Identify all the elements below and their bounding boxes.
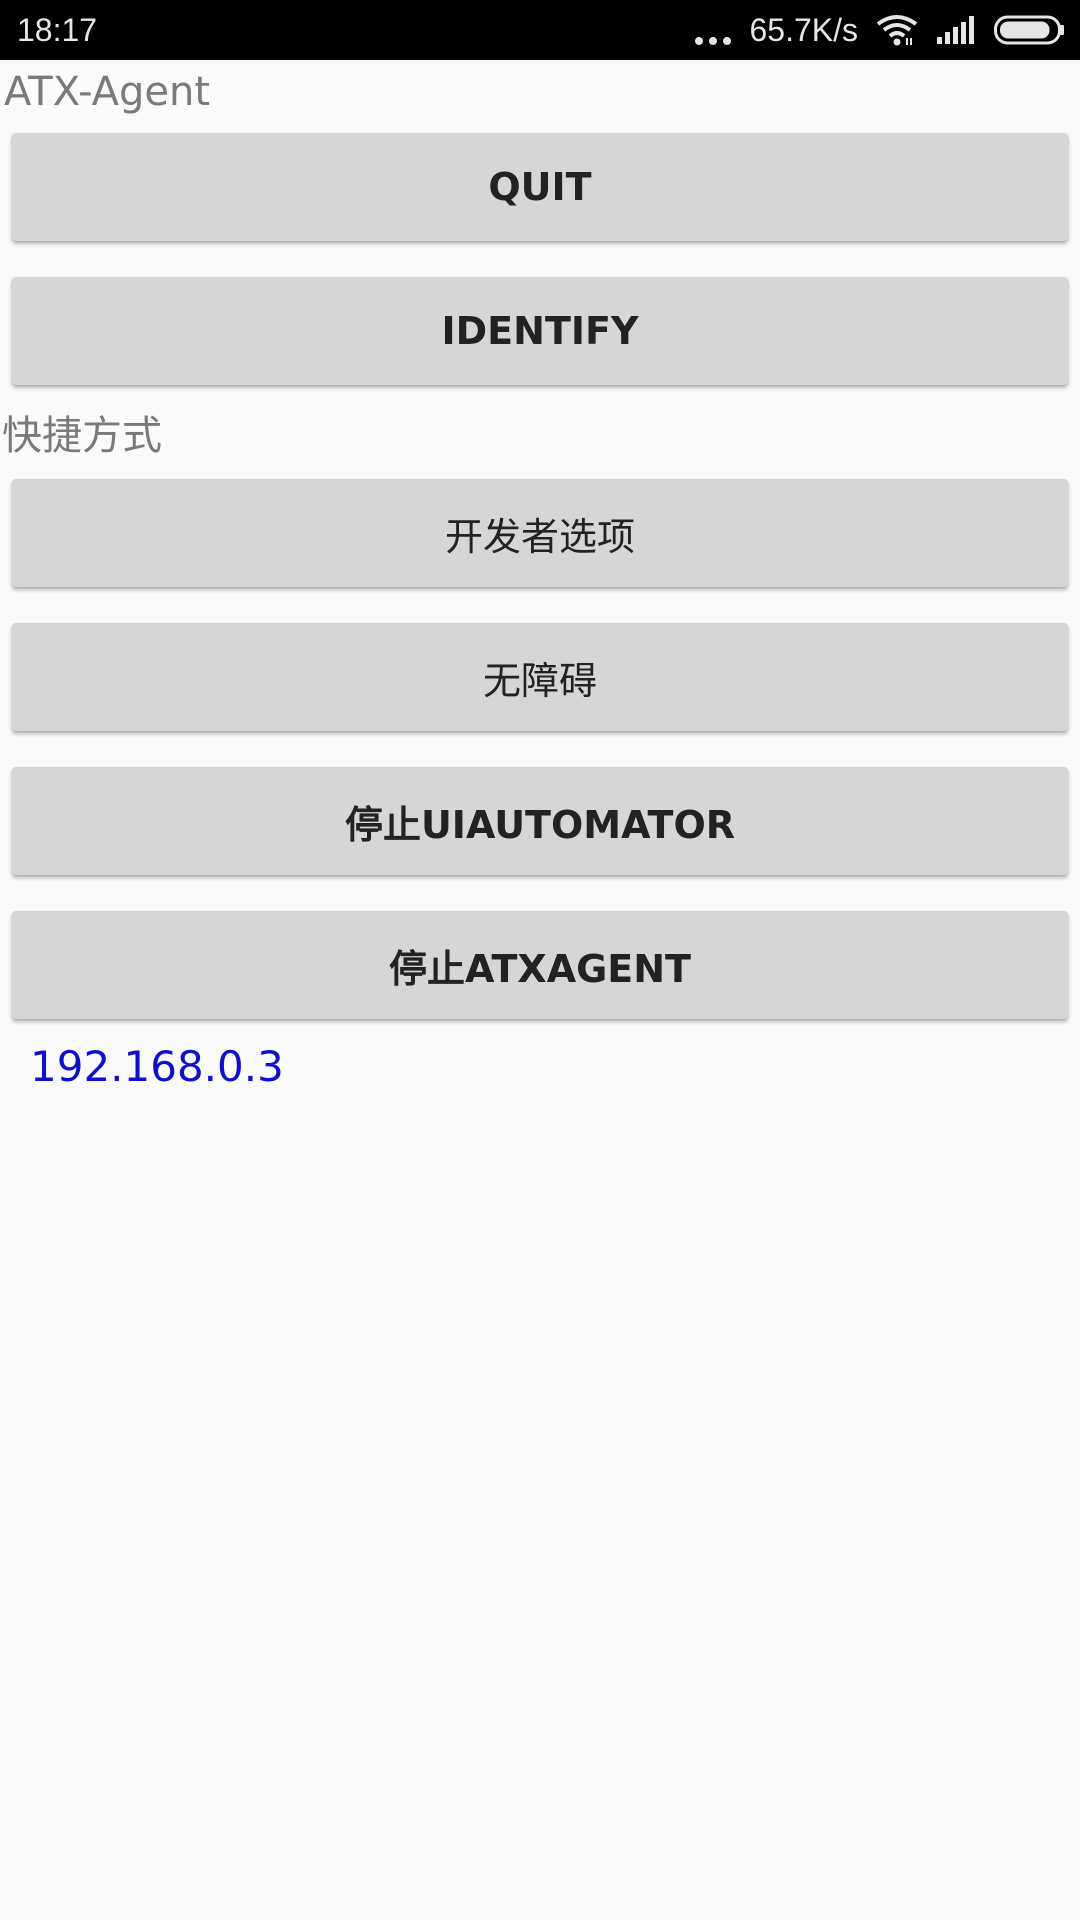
status-icons: 65.7K/s: [695, 8, 1066, 52]
battery-level-fill: [1000, 21, 1050, 39]
battery-icon: [994, 15, 1064, 45]
shortcuts-section-label: 快捷方式: [2, 413, 162, 459]
accessibility-button[interactable]: 无障碍: [12, 623, 1068, 731]
developer-options-button[interactable]: 开发者选项: [12, 479, 1068, 587]
cellular-signal-icon: [937, 16, 974, 44]
quit-button[interactable]: QUIT: [12, 133, 1068, 241]
status-bar: 18:17 65.7K/s: [0, 0, 1080, 60]
network-speed: 65.7K/s: [749, 12, 858, 48]
stop-atxagent-button[interactable]: 停止ATXAGENT: [12, 911, 1068, 1019]
app-title: ATX-Agent: [4, 69, 211, 115]
wifi-icon: [876, 15, 918, 46]
stop-uiautomator-button[interactable]: 停止UIAUTOMATOR: [12, 767, 1068, 875]
status-time: 18:17: [17, 12, 98, 48]
ip-address-link[interactable]: 192.168.0.3: [30, 1042, 284, 1092]
identify-button[interactable]: IDENTIFY: [12, 277, 1068, 385]
more-dots-icon: [695, 15, 732, 45]
